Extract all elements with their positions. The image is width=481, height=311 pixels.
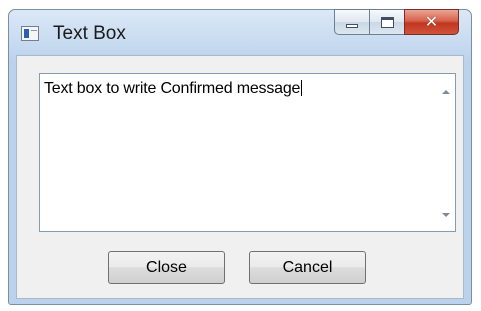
message-text: Text box to write Confirmed message <box>44 80 301 97</box>
window-title: Text Box <box>53 23 126 44</box>
minimize-icon <box>346 24 358 28</box>
chevron-up-icon[interactable] <box>442 90 450 94</box>
maximize-button[interactable] <box>369 9 405 35</box>
dialog-body: Text box to write Confirmed message Clos… <box>16 55 464 299</box>
minimize-button[interactable] <box>334 9 370 35</box>
chevron-down-icon[interactable] <box>442 213 450 217</box>
title-bar[interactable]: Text Box ✕ <box>9 9 471 54</box>
window-app-icon <box>21 26 39 41</box>
vertical-scrollbar[interactable] <box>438 74 455 231</box>
maximize-icon <box>380 16 394 28</box>
text-caret <box>301 80 303 96</box>
message-textarea[interactable]: Text box to write Confirmed message <box>39 73 456 232</box>
close-button[interactable]: Close <box>108 251 225 284</box>
close-icon: ✕ <box>424 12 439 31</box>
close-window-button[interactable]: ✕ <box>404 9 459 35</box>
cancel-button[interactable]: Cancel <box>249 251 366 284</box>
dialog-window: Text Box ✕ Text box to write Confirmed m… <box>8 9 472 305</box>
